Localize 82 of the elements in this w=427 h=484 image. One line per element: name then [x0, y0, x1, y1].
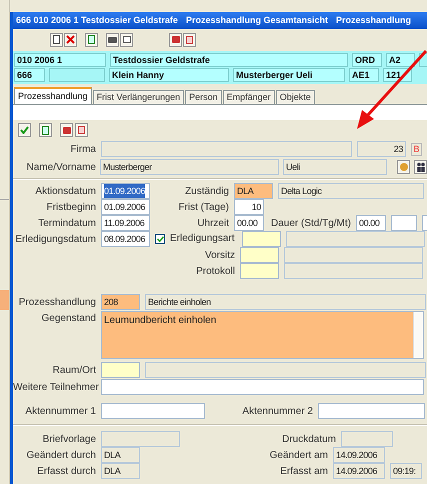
date-field[interactable]: [341, 431, 393, 447]
company-field[interactable]: [101, 141, 352, 157]
user-field[interactable]: DLA: [101, 447, 140, 463]
name-field[interactable]: Berichte einholen: [145, 294, 426, 310]
scrollbar[interactable]: [413, 312, 423, 358]
field-label: Gegenstand: [40, 312, 96, 326]
new-document-icon[interactable]: [50, 32, 63, 46]
field-label: Raum/Ort: [52, 364, 96, 378]
code-field[interactable]: [240, 263, 279, 279]
field-label: Dauer (Std/Tg/Mt): [270, 216, 351, 230]
field-label: Erfasst am: [279, 464, 328, 478]
field-label: Frist (Tage): [177, 200, 229, 214]
date-field[interactable]: 14.09.2006: [333, 463, 385, 479]
field-label: Druckdatum: [281, 432, 336, 446]
field-label: Briefvorlage: [42, 432, 96, 446]
user-field[interactable]: DLA: [101, 463, 140, 479]
name-field[interactable]: [286, 231, 425, 247]
date-field[interactable]: 01.09.2006: [101, 199, 150, 215]
name-field[interactable]: [145, 362, 426, 378]
field-label: Fristbeginn: [46, 200, 96, 214]
tab[interactable]: Frist Verlängerungen: [92, 90, 184, 104]
tab[interactable]: Person: [185, 90, 222, 104]
field-label: Aktennummer 1: [24, 404, 96, 418]
days-field[interactable]: 10: [234, 199, 264, 215]
code-field[interactable]: 208: [101, 294, 140, 310]
field-label: Aktennummer 2: [241, 404, 313, 418]
header-field: Klein Hanny: [109, 68, 229, 82]
template-field[interactable]: [101, 431, 180, 447]
file-number-field[interactable]: [318, 403, 425, 419]
header-field: [49, 68, 105, 82]
code-field[interactable]: [101, 362, 140, 378]
first-name-field[interactable]: Ueli: [283, 159, 387, 175]
tab[interactable]: Prozesshandlung: [14, 87, 92, 104]
date-field[interactable]: 11.09.2006: [101, 215, 150, 231]
participants-field[interactable]: [101, 379, 424, 395]
header-field: AE1: [349, 68, 379, 82]
name-field[interactable]: Delta Logic: [278, 183, 424, 199]
code-field[interactable]: [242, 231, 281, 247]
field-label: Name/Vorname: [26, 160, 96, 174]
people-icon[interactable]: [414, 160, 427, 174]
time-field[interactable]: 00.00: [234, 215, 264, 231]
name-field[interactable]: [284, 263, 423, 279]
duration-field[interactable]: 00.00: [356, 215, 386, 231]
field-label: Geändert am: [268, 448, 328, 462]
header-field: ORD: [352, 53, 382, 67]
tab[interactable]: Empfänger: [222, 90, 275, 104]
date-field[interactable]: 01.09.2006: [101, 183, 150, 199]
file-number-field[interactable]: [101, 403, 205, 419]
field-label: Zuständig: [184, 184, 229, 198]
code-field[interactable]: DLA: [234, 183, 273, 199]
surname-field[interactable]: Musterberger: [100, 159, 279, 175]
window-title: Prozesshandlung: [336, 14, 411, 27]
code-field[interactable]: [240, 247, 279, 263]
field-label: Vorsitz: [204, 248, 235, 262]
header-field: 010 2006 1: [14, 53, 106, 67]
delete-icon[interactable]: [64, 32, 77, 46]
checkmark-icon[interactable]: [18, 123, 31, 137]
header-field: Testdossier Geldstrafe: [110, 53, 348, 67]
tab[interactable]: Objekte: [276, 90, 315, 104]
checkbox[interactable]: [155, 234, 165, 244]
window-title: 666 010 2006 1 Testdossier Geldstrafe: [16, 14, 178, 27]
date-field[interactable]: 14.09.2006: [333, 447, 385, 463]
field-label: Protokoll: [195, 264, 235, 278]
date-field[interactable]: 08.09.2006: [101, 231, 150, 247]
header-field: A2: [386, 53, 415, 67]
field-label: Uhrzeit: [196, 216, 229, 230]
time-field[interactable]: 09:19:: [390, 463, 422, 479]
field-label: Prozesshandlung: [18, 296, 96, 310]
number-field[interactable]: 23: [357, 141, 406, 157]
field-label: Erledigungsdatum: [14, 232, 96, 246]
duration-field[interactable]: [391, 215, 417, 231]
field-label: Firma: [69, 142, 96, 156]
field-label: Geändert durch: [26, 448, 96, 462]
field-label: Termindatum: [37, 216, 96, 230]
window-title: Prozesshandlung Gesamtansicht: [186, 14, 328, 27]
field-label: Aktionsdatum: [34, 184, 96, 198]
subject-textarea[interactable]: Leumundbericht einholen: [101, 311, 424, 359]
checkbox-label: Erledigungsart: [170, 233, 236, 245]
name-field[interactable]: [284, 247, 423, 263]
field-label: Erfasst durch: [36, 464, 96, 478]
header-field: Musterberger Ueli: [233, 68, 345, 82]
header-field: 666: [14, 68, 45, 82]
